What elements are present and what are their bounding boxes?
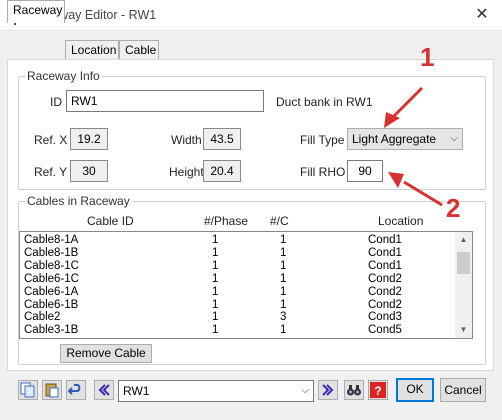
annotation-number-2: 2 xyxy=(446,193,461,223)
tab-raceway[interactable]: Raceway xyxy=(7,0,65,23)
arrow-to-fill-type xyxy=(384,86,424,128)
annotation-number-1: 1 xyxy=(420,42,435,72)
arrow-to-fill-rho xyxy=(388,172,443,207)
